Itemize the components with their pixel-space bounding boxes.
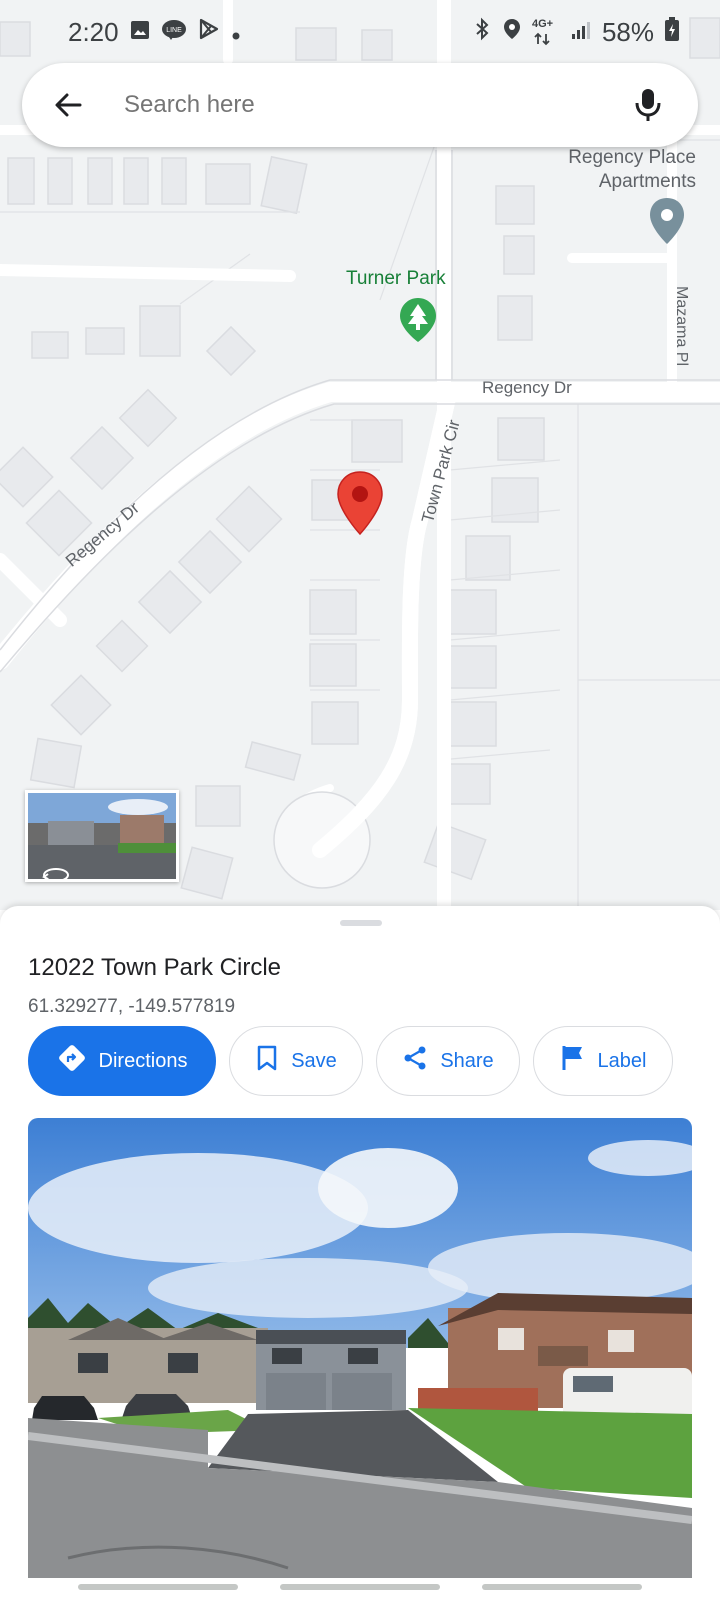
apartments-label-line2: Apartments xyxy=(598,171,696,192)
street-view-thumbnail[interactable] xyxy=(25,790,179,882)
search-input[interactable] xyxy=(124,91,626,119)
bluetooth-icon xyxy=(472,17,492,48)
directions-icon xyxy=(57,1043,87,1079)
microphone-icon[interactable] xyxy=(626,83,670,127)
park-label[interactable]: Turner Park xyxy=(346,268,446,290)
share-icon xyxy=(402,1045,428,1077)
4g-icon: 4G+ xyxy=(532,18,560,46)
battery-icon xyxy=(664,16,680,49)
directions-button[interactable]: Directions xyxy=(28,1026,216,1096)
flag-icon xyxy=(560,1044,586,1078)
place-bottom-sheet[interactable]: 12022 Town Park Circle 61.329277, -149.5… xyxy=(0,906,720,1600)
svg-text:LINE: LINE xyxy=(166,27,182,34)
page-indicator-1 xyxy=(78,1584,238,1590)
search-bar[interactable] xyxy=(22,63,698,147)
sheet-drag-handle[interactable] xyxy=(340,920,382,926)
battery-percent: 58% xyxy=(601,16,654,47)
street-view-photo[interactable] xyxy=(28,1118,692,1578)
save-button[interactable]: Save xyxy=(229,1026,363,1096)
back-arrow-icon[interactable] xyxy=(46,83,90,127)
place-coordinates: 61.329277, -149.577819 xyxy=(28,996,236,1017)
share-button[interactable]: Share xyxy=(376,1026,520,1096)
status-bar: 2:20 LINE 4G+ 58% xyxy=(0,0,720,64)
share-label: Share xyxy=(440,1049,494,1072)
action-buttons: Directions Save Share Label xyxy=(28,1026,673,1096)
directions-label: Directions xyxy=(98,1049,188,1072)
signal-icon xyxy=(570,17,592,48)
page-indicators xyxy=(0,1584,720,1592)
poi-label-apartments[interactable]: Regency Place Apartments xyxy=(566,146,696,194)
place-title: 12022 Town Park Circle xyxy=(28,954,282,981)
play-store-icon xyxy=(197,17,221,48)
bookmark-icon xyxy=(255,1044,279,1078)
page-indicator-3 xyxy=(482,1584,642,1590)
save-label: Save xyxy=(291,1049,337,1072)
label-label: Label xyxy=(597,1049,647,1072)
line-app-icon: LINE xyxy=(161,17,187,48)
street-label-mazama-pl: Mazama Pl xyxy=(673,286,690,367)
page-indicator-2 xyxy=(280,1584,440,1590)
apartments-label-line1: Regency Place xyxy=(568,147,696,168)
dot-icon xyxy=(231,17,241,48)
status-time: 2:20 xyxy=(68,16,119,47)
label-button[interactable]: Label xyxy=(533,1026,673,1096)
location-icon xyxy=(502,17,522,48)
image-icon xyxy=(129,17,151,48)
street-label-regency-dr-east: Regency Dr xyxy=(482,378,572,397)
